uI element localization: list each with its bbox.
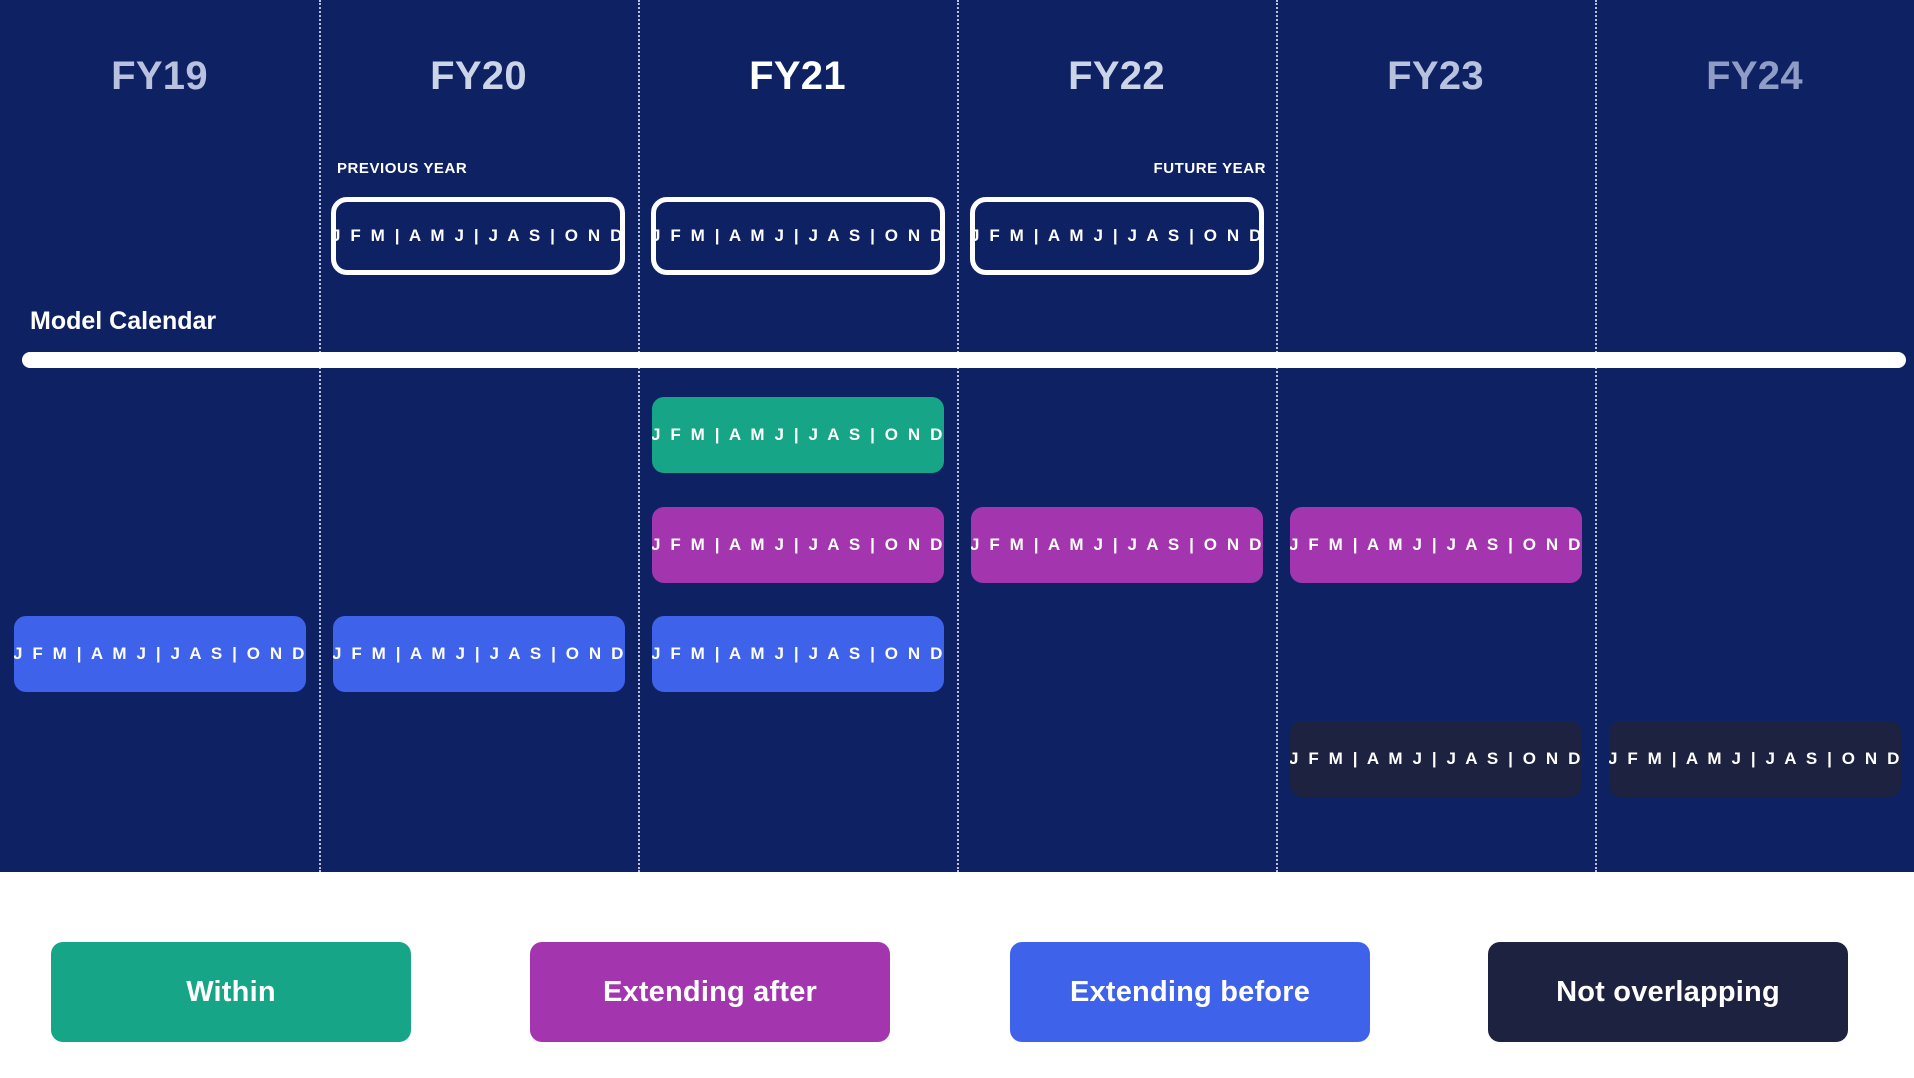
legend-label: Extending before [1069, 975, 1311, 1008]
quarter-label: J F M | A M J | J A S | O N D [971, 535, 1263, 554]
column-separator [638, 0, 640, 872]
legend-chip-within[interactable]: Within [51, 942, 411, 1042]
legend-label: Within [186, 975, 276, 1008]
previous-year-caption: PREVIOUS YEAR [337, 160, 468, 177]
year-header-fy19: FY19 [111, 54, 208, 98]
legend-label: Extending after [602, 975, 818, 1008]
bar-fy22-extending-after[interactable]: J F M | A M J | J A S | O N D [971, 507, 1263, 583]
column-separator [319, 0, 321, 872]
bar-fy23-not-overlapping[interactable]: J F M | A M J | J A S | O N D [1290, 721, 1582, 797]
legend-chip-not-overlapping[interactable]: Not overlapping [1488, 942, 1848, 1042]
timeline-canvas: FY19 FY20 FY21 FY22 FY23 FY24 PREVIOUS Y… [0, 0, 1914, 872]
year-header-fy21: FY21 [749, 54, 846, 98]
bar-fy24-not-overlapping[interactable]: J F M | A M J | J A S | O N D [1609, 721, 1901, 797]
quarter-label: J F M | A M J | J A S | O N D [1290, 749, 1582, 768]
year-header-fy23: FY23 [1387, 54, 1484, 98]
bar-fy19-extending-before[interactable]: J F M | A M J | J A S | O N D [14, 616, 306, 692]
model-quarter-box-fy22[interactable]: J F M | A M J | J A S | O N D [970, 197, 1264, 275]
bar-fy20-extending-before[interactable]: J F M | A M J | J A S | O N D [333, 616, 625, 692]
legend: Within Extending after Extending before … [0, 872, 1914, 1078]
quarter-label: J F M | A M J | J A S | O N D [333, 644, 625, 663]
legend-chip-extending-before[interactable]: Extending before [1010, 942, 1370, 1042]
year-header-fy22: FY22 [1068, 54, 1165, 98]
model-calendar-rail [22, 352, 1906, 368]
quarter-label: J F M | A M J | J A S | O N D [652, 535, 944, 554]
year-header-fy24: FY24 [1706, 54, 1803, 98]
year-header-fy20: FY20 [430, 54, 527, 98]
quarter-label: J F M | A M J | J A S | O N D [1609, 749, 1901, 768]
bar-fy21-within[interactable]: J F M | A M J | J A S | O N D [652, 397, 944, 473]
column-separator [957, 0, 959, 872]
quarter-label: J F M | A M J | J A S | O N D [652, 644, 944, 663]
quarter-label: J F M | A M J | J A S | O N D [651, 226, 946, 245]
bar-fy21-extending-before[interactable]: J F M | A M J | J A S | O N D [652, 616, 944, 692]
model-quarter-box-fy20[interactable]: J F M | A M J | J A S | O N D [331, 197, 625, 275]
quarter-label: J F M | A M J | J A S | O N D [652, 425, 944, 444]
model-calendar-diagram: FY19 FY20 FY21 FY22 FY23 FY24 PREVIOUS Y… [0, 0, 1914, 1078]
quarter-label: J F M | A M J | J A S | O N D [970, 226, 1265, 245]
quarter-label: J F M | A M J | J A S | O N D [331, 226, 626, 245]
future-year-caption: FUTURE YEAR [1153, 160, 1266, 177]
bar-fy23-extending-after[interactable]: J F M | A M J | J A S | O N D [1290, 507, 1582, 583]
quarter-label: J F M | A M J | J A S | O N D [14, 644, 306, 663]
legend-chip-extending-after[interactable]: Extending after [530, 942, 890, 1042]
model-calendar-title: Model Calendar [30, 307, 217, 335]
column-separator [1595, 0, 1597, 872]
legend-label: Not overlapping [1556, 975, 1780, 1008]
model-quarter-box-fy21[interactable]: J F M | A M J | J A S | O N D [651, 197, 945, 275]
quarter-label: J F M | A M J | J A S | O N D [1290, 535, 1582, 554]
column-separator [1276, 0, 1278, 872]
bar-fy21-extending-after[interactable]: J F M | A M J | J A S | O N D [652, 507, 944, 583]
